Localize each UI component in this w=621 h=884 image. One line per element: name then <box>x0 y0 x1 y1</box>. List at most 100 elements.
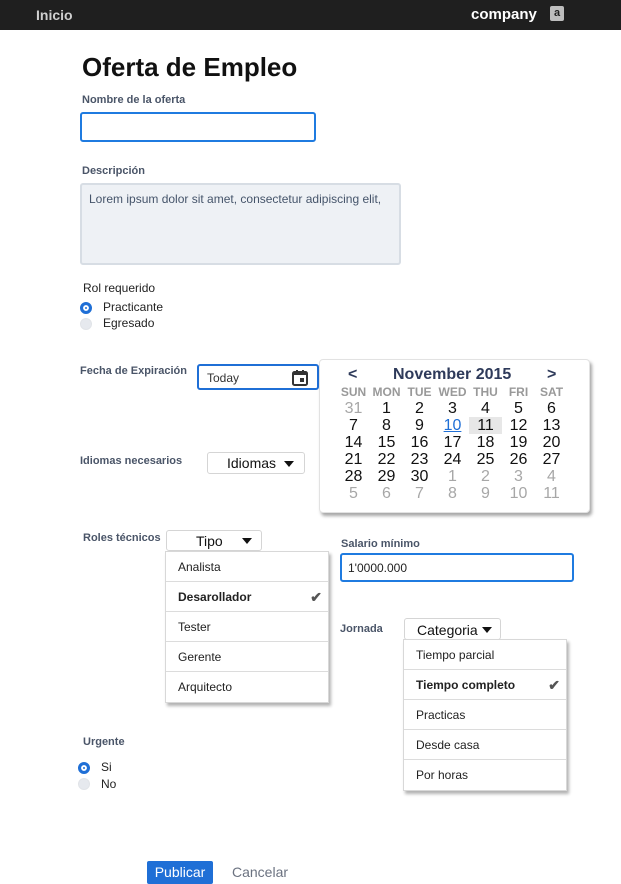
calendar-day[interactable]: 10 <box>502 485 535 502</box>
calendar-day[interactable]: 7 <box>403 485 436 502</box>
urgent-option-label: No <box>101 777 117 791</box>
menu-item-label: Arquitecto <box>178 680 233 694</box>
expiration-date-input[interactable]: Today <box>197 364 319 390</box>
offer-name-input[interactable] <box>80 112 316 142</box>
calendar-day[interactable]: 18 <box>469 434 502 451</box>
tech-roles-item[interactable]: Arquitecto <box>166 672 328 702</box>
workday-item[interactable]: Tiempo completo ✔ <box>404 670 566 700</box>
calendar-day[interactable]: 8 <box>436 485 469 502</box>
calendar-day[interactable]: 22 <box>370 451 403 468</box>
calendar-day[interactable]: 13 <box>535 417 568 434</box>
tech-roles-item[interactable]: Desarollador ✔ <box>166 582 328 612</box>
menu-item-label: Desde casa <box>416 738 480 752</box>
calendar-day[interactable]: 8 <box>370 417 403 434</box>
calendar-day[interactable]: 14 <box>337 434 370 451</box>
calendar-day[interactable]: 2 <box>403 400 436 417</box>
menu-item-label: Desarollador <box>178 590 252 604</box>
description-textarea[interactable]: Lorem ipsum dolor sit amet, consectetur … <box>80 183 401 265</box>
brand-logo[interactable]: company <box>471 6 537 23</box>
calendar-day[interactable]: 1 <box>370 400 403 417</box>
tech-roles-dropdown[interactable]: Tipo <box>166 530 262 551</box>
role-radio-egresado[interactable] <box>80 318 92 330</box>
calendar-day[interactable]: 16 <box>403 434 436 451</box>
workday-item[interactable]: Tiempo parcial <box>404 640 566 670</box>
calendar-day[interactable]: 11 <box>535 485 568 502</box>
tech-roles-item[interactable]: Analista <box>166 552 328 582</box>
calendar-day[interactable]: 23 <box>403 451 436 468</box>
workday-menu: Tiempo parcial Tiempo completo ✔ Practica… <box>403 639 567 791</box>
nav-home-link[interactable]: Inicio <box>36 7 73 23</box>
tech-roles-item[interactable]: Gerente <box>166 642 328 672</box>
calendar-day[interactable]: 28 <box>337 468 370 485</box>
urgent-label: Urgente <box>83 736 125 748</box>
menu-item-label: Practicas <box>416 708 466 722</box>
tech-roles-item[interactable]: Tester <box>166 612 328 642</box>
languages-dropdown[interactable]: Idiomas <box>207 452 305 474</box>
workday-item[interactable]: Desde casa <box>404 730 566 760</box>
role-option-label: Practicante <box>103 300 164 314</box>
calendar-day[interactable]: 6 <box>535 400 568 417</box>
calendar-weekday: THU <box>473 385 498 399</box>
calendar-day[interactable]: 5 <box>502 400 535 417</box>
calendar-day[interactable]: 25 <box>469 451 502 468</box>
calendar-day[interactable]: 10 <box>436 417 469 434</box>
tech-roles-label: Roles técnicos <box>83 532 161 544</box>
publish-button[interactable]: Publicar <box>147 861 213 884</box>
calendar-day[interactable]: 4 <box>535 468 568 485</box>
chevron-down-icon <box>482 627 492 633</box>
role-radio-practicante[interactable] <box>80 302 92 314</box>
calendar-day[interactable]: 1 <box>436 468 469 485</box>
calendar-day[interactable]: 6 <box>370 485 403 502</box>
calendar-day[interactable]: 20 <box>535 434 568 451</box>
workday-dropdown[interactable]: Categoria <box>404 618 501 640</box>
calendar-day[interactable]: 29 <box>370 468 403 485</box>
calendar-day[interactable]: 30 <box>403 468 436 485</box>
top-navbar: Inicio company a <box>0 0 621 30</box>
chevron-down-icon <box>284 461 294 467</box>
languages-dropdown-label: Idiomas <box>227 455 277 471</box>
urgent-radio-si[interactable] <box>78 762 90 774</box>
calendar-day[interactable]: 31 <box>337 400 370 417</box>
calendar-icon[interactable] <box>291 369 309 387</box>
workday-item[interactable]: Por horas <box>404 760 566 790</box>
date-input-text: Today <box>207 371 240 385</box>
description-label: Descripción <box>82 165 145 177</box>
salary-input[interactable]: 1'0000.000 <box>340 553 574 582</box>
calendar-day[interactable]: 19 <box>502 434 535 451</box>
calendar-day[interactable]: 4 <box>469 400 502 417</box>
calendar-day[interactable]: 12 <box>502 417 535 434</box>
offer-name-label: Nombre de la oferta <box>82 94 186 106</box>
calendar-day[interactable]: 9 <box>469 485 502 502</box>
salary-value: 1'0000.000 <box>348 561 408 575</box>
calendar-next-button[interactable]: > <box>547 366 556 384</box>
salary-label: Salario mínimo <box>341 538 420 550</box>
calendar-day[interactable]: 2 <box>469 468 502 485</box>
menu-item-label: Tester <box>178 620 211 634</box>
calendar-day[interactable]: 3 <box>436 400 469 417</box>
calendar-weekday: WED <box>438 385 467 399</box>
calendar-weekday: TUE <box>407 385 432 399</box>
languages-label: Idiomas necesarios <box>80 455 183 467</box>
calendar-day[interactable]: 3 <box>502 468 535 485</box>
calendar-day[interactable]: 15 <box>370 434 403 451</box>
calendar-day[interactable]: 7 <box>337 417 370 434</box>
menu-item-label: Tiempo parcial <box>416 648 495 662</box>
calendar-day[interactable]: 24 <box>436 451 469 468</box>
checkmark-icon: ✔ <box>310 589 322 605</box>
workday-item[interactable]: Practicas <box>404 700 566 730</box>
calendar-day[interactable]: 26 <box>502 451 535 468</box>
calendar-weekday: MON <box>372 385 401 399</box>
calendar-day[interactable]: 21 <box>337 451 370 468</box>
calendar-day[interactable]: 27 <box>535 451 568 468</box>
calendar-day[interactable]: 5 <box>337 485 370 502</box>
menu-item-label: Por horas <box>416 768 469 782</box>
calendar-day[interactable]: 17 <box>436 434 469 451</box>
urgent-radio-no[interactable] <box>78 778 90 790</box>
calendar-prev-button[interactable]: < <box>348 366 357 384</box>
app-icon[interactable]: a <box>550 6 564 21</box>
workday-label: Jornada <box>340 623 383 635</box>
calendar-day[interactable]: 9 <box>403 417 436 434</box>
calendar-weekday: SUN <box>340 385 367 399</box>
calendar-day[interactable]: 11 <box>469 417 502 434</box>
cancel-button[interactable]: Cancelar <box>232 864 288 880</box>
